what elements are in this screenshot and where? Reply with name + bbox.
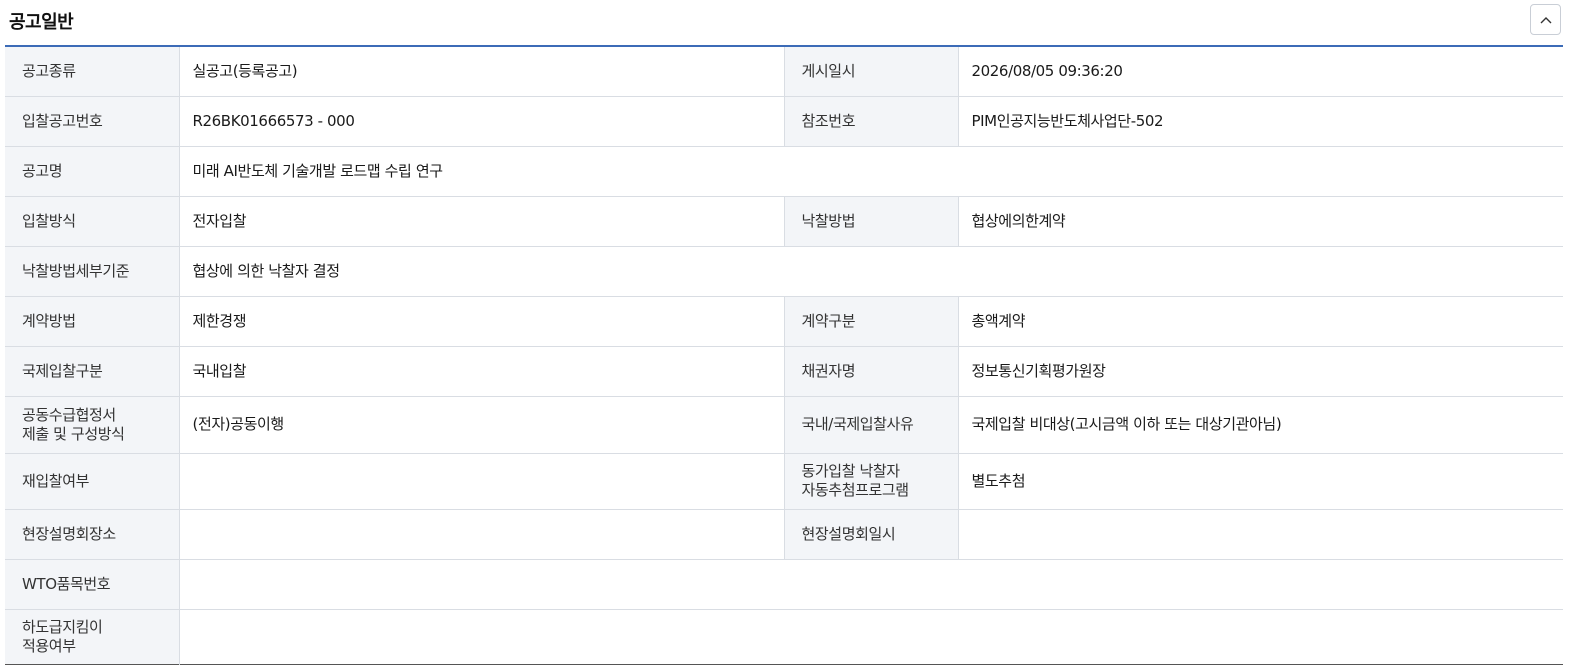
table-row: 낙찰방법세부기준 협상에 의한 낙찰자 결정: [5, 246, 1563, 297]
table-row: WTO품목번호: [5, 559, 1563, 610]
table-row: 공고명 미래 AI반도체 기술개발 로드맵 수립 연구: [5, 146, 1563, 197]
row-label: 하도급지킴이 적용여부: [5, 609, 180, 664]
row-value: [179, 453, 785, 510]
section-header: 공고일반: [0, 0, 1570, 46]
row-value: 전자입찰: [179, 196, 785, 247]
row-label-line: 공동수급협정서: [22, 405, 116, 424]
row-label-line: 동가입찰 낙찰자: [801, 462, 901, 480]
row-label: 동가입찰 낙찰자 자동추첨프로그램: [784, 453, 959, 510]
row-value: 협상에의한계약: [958, 196, 1563, 247]
row-value: 제한경쟁: [179, 296, 785, 347]
row-value: [958, 509, 1563, 560]
row-value: [179, 609, 1563, 664]
row-value: 협상에 의한 낙찰자 결정: [179, 246, 1563, 297]
table-row: 공동수급협정서 제출 및 구성방식 (전자)공동이행 국내/국제입찰사유 국제입…: [5, 396, 1563, 454]
row-value: R26BK01666573 - 000: [179, 96, 785, 147]
row-label: 계약방법: [5, 296, 180, 347]
row-label: 국제입찰구분: [5, 346, 180, 397]
row-value: [179, 559, 1563, 610]
row-label: 게시일시: [784, 46, 959, 97]
row-value: 2026/08/05 09:36:20: [958, 46, 1563, 97]
table-row: 현장설명회장소 현장설명회일시: [5, 509, 1563, 560]
row-label: 입찰방식: [5, 196, 180, 247]
table-row: 국제입찰구분 국내입찰 채권자명 정보통신기획평가원장: [5, 346, 1563, 397]
table-row: 하도급지킴이 적용여부: [5, 609, 1563, 664]
row-label: 공고명: [5, 146, 180, 197]
collapse-button[interactable]: [1530, 4, 1561, 35]
row-label: 입찰공고번호: [5, 96, 180, 147]
notice-info-table: 공고종류 실공고(등록공고) 게시일시 2026/08/05 09:36:20 …: [5, 45, 1563, 665]
row-label: 낙찰방법세부기준: [5, 246, 180, 297]
row-label: 국내/국제입찰사유: [784, 396, 959, 454]
row-value: 총액계약: [958, 296, 1563, 347]
row-label: 계약구분: [784, 296, 959, 347]
row-label: 참조번호: [784, 96, 959, 147]
row-label: 공고종류: [5, 46, 180, 97]
row-value: (전자)공동이행: [179, 396, 785, 454]
table-row: 재입찰여부 동가입찰 낙찰자 자동추첨프로그램 별도추첨: [5, 453, 1563, 510]
row-value: 미래 AI반도체 기술개발 로드맵 수립 연구: [179, 146, 1563, 197]
row-value: 국제입찰 비대상(고시금액 이하 또는 대상기관아님): [958, 396, 1563, 454]
row-value: PIM인공지능반도체사업단-502: [958, 96, 1563, 147]
table-row: 공고종류 실공고(등록공고) 게시일시 2026/08/05 09:36:20: [5, 46, 1563, 97]
row-label: 공동수급협정서 제출 및 구성방식: [5, 396, 180, 454]
row-label: 현장설명회장소: [5, 509, 180, 560]
row-label-line: 제출 및 구성방식: [22, 424, 125, 443]
row-label: WTO품목번호: [5, 559, 180, 610]
row-label: 재입찰여부: [5, 453, 180, 510]
table-row: 계약방법 제한경쟁 계약구분 총액계약: [5, 296, 1563, 347]
table-row: 입찰방식 전자입찰 낙찰방법 협상에의한계약: [5, 196, 1563, 247]
row-value: [179, 509, 785, 560]
section-title: 공고일반: [9, 12, 74, 33]
row-label-line: 하도급지킴이: [22, 617, 103, 636]
row-value: 실공고(등록공고): [179, 46, 785, 97]
row-label: 채권자명: [784, 346, 959, 397]
row-label-line: 적용여부: [22, 636, 76, 655]
table-row: 입찰공고번호 R26BK01666573 - 000 참조번호 PIM인공지능반…: [5, 96, 1563, 147]
row-value: 국내입찰: [179, 346, 785, 397]
row-label-line: 자동추첨프로그램: [801, 481, 910, 499]
row-label: 낙찰방법: [784, 196, 959, 247]
row-label: 현장설명회일시: [784, 509, 959, 560]
row-value: 정보통신기획평가원장: [958, 346, 1563, 397]
row-value: 별도추첨: [958, 453, 1563, 510]
chevron-up-icon: [1540, 16, 1552, 24]
